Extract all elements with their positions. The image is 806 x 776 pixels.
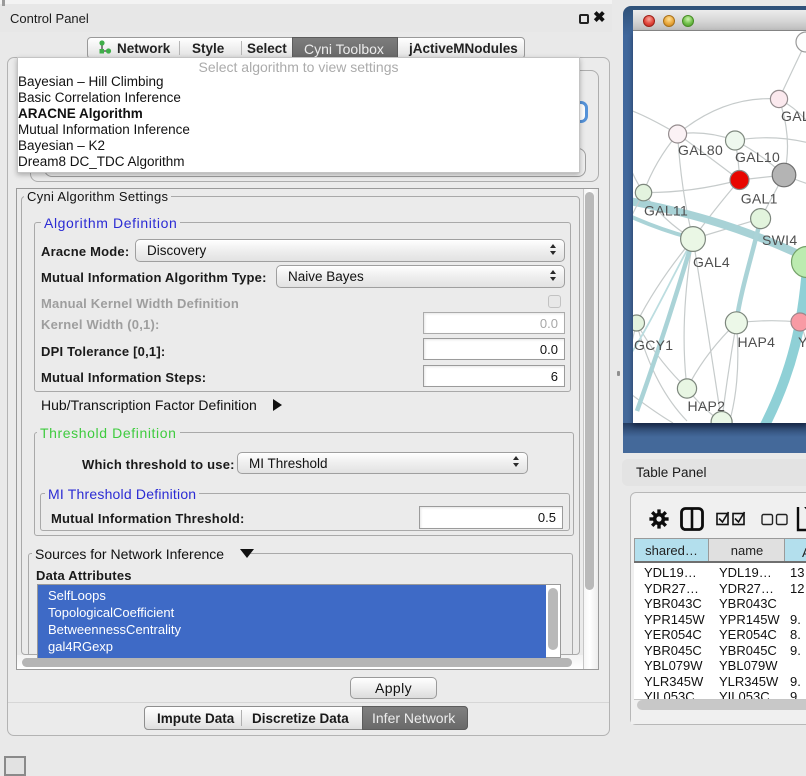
svg-text:GAL80: GAL80 — [678, 142, 723, 158]
svg-text:GCY1: GCY1 — [634, 337, 673, 353]
svg-text:HAP4: HAP4 — [738, 334, 776, 350]
svg-text:GAL4: GAL4 — [693, 254, 730, 270]
svg-text:GAL11: GAL11 — [644, 203, 688, 219]
svg-text:GAL10: GAL10 — [735, 149, 780, 165]
svg-text:Y: Y — [798, 334, 806, 350]
svg-text:GAL1: GAL1 — [741, 191, 778, 207]
svg-text:GAL: GAL — [781, 108, 806, 124]
svg-text:SWI4: SWI4 — [762, 232, 797, 248]
svg-text:HAP2: HAP2 — [688, 398, 726, 414]
